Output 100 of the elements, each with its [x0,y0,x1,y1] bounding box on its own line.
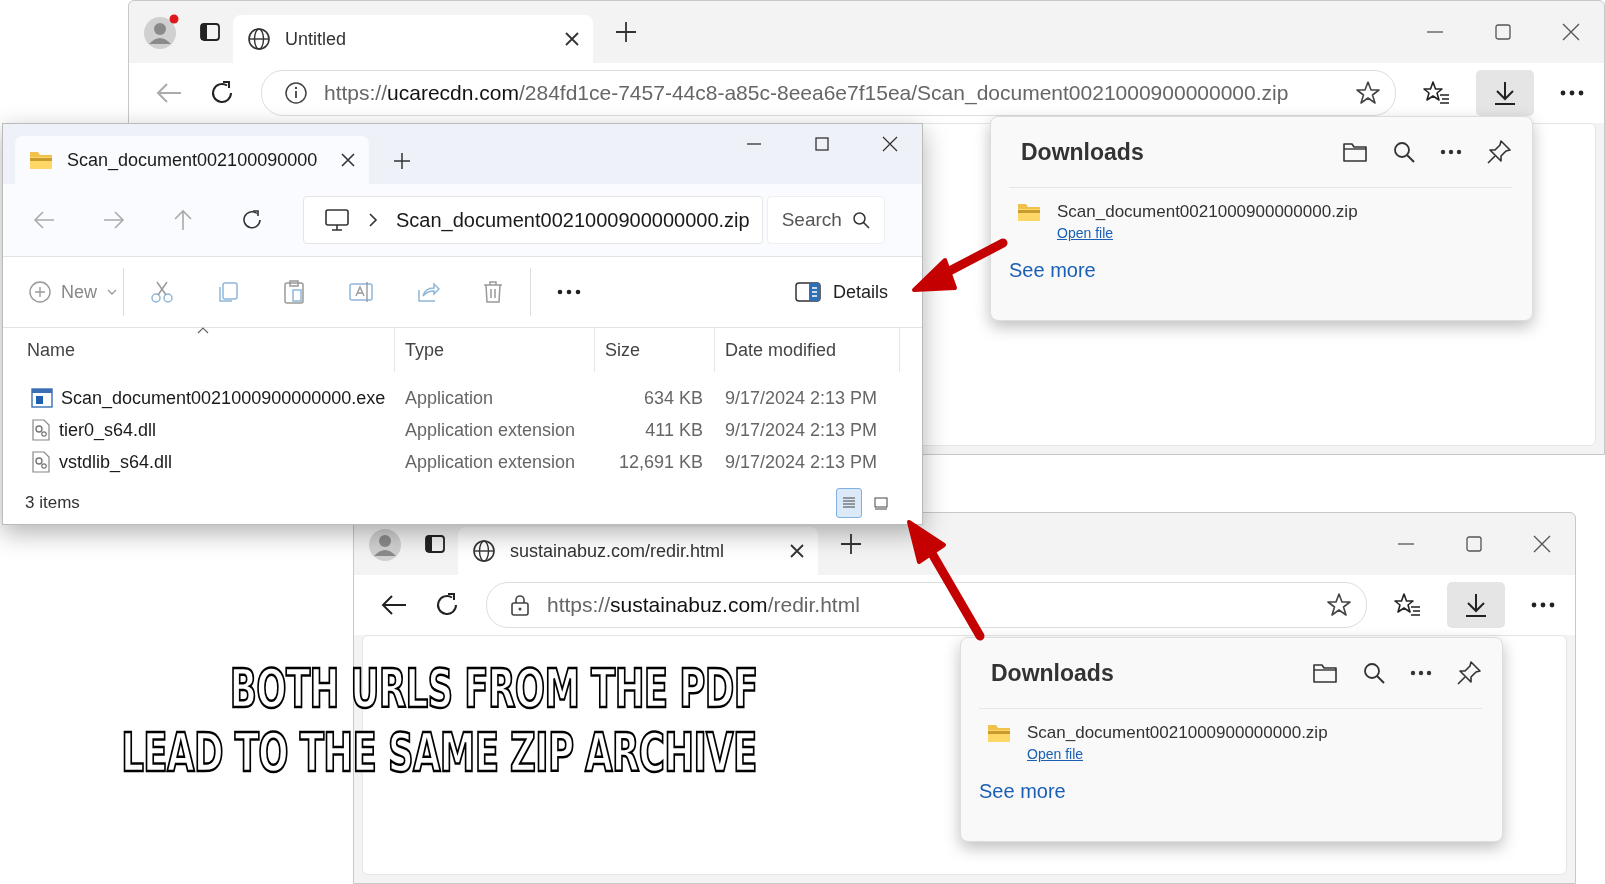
gear-file-icon [31,419,51,441]
zip-folder-icon [987,723,1011,743]
profile-icon[interactable] [143,14,179,50]
paste-icon[interactable] [282,279,306,305]
download-icon [1464,592,1488,618]
lock-icon[interactable] [509,593,531,617]
close-icon[interactable] [790,544,804,558]
search-icon[interactable] [1392,140,1416,164]
pin-icon[interactable] [1456,660,1482,686]
reload-icon[interactable] [434,592,460,618]
new-tab-icon[interactable] [615,21,637,43]
folder-icon [29,150,53,170]
column-header[interactable]: Type [395,328,595,372]
globe-icon [472,539,496,563]
size-cell-text: 411 KB [644,419,704,441]
favorites-icon[interactable] [1422,80,1450,106]
type-cell-text: Application extension [404,419,577,441]
date-cell-text: 9/17/2024 2:13 PM [724,387,879,409]
pin-icon[interactable] [1486,139,1512,165]
date-cell-text: 9/17/2024 2:13 PM [724,419,879,441]
profile-icon[interactable] [368,526,404,562]
panel-title: Downloads [1021,138,1144,166]
refresh-icon[interactable] [241,209,263,231]
size-cell-text: 634 KB [642,387,704,409]
url-text: https://sustainabuz.com/redir.html [547,593,860,617]
see-more-link[interactable]: See more [1009,259,1096,282]
download-icon [1493,80,1517,106]
tab-title: sustainabuz.com/redir.html [510,540,726,562]
cut-icon[interactable] [150,280,174,304]
open-file-link[interactable]: Open file [1027,746,1084,762]
type-cell-text: Application extension [404,451,577,473]
delete-icon[interactable] [482,280,504,304]
address-bar[interactable]: Scan_document0021000900000000.zip [303,196,763,244]
maximize-icon[interactable] [1465,535,1483,553]
file-name-cell[interactable]: Scan_document0021000900000000.exe [3,387,395,409]
close-icon[interactable] [882,136,898,152]
sort-caret-icon [197,327,209,334]
globe-icon [247,27,271,51]
open-file-link[interactable]: Open file [1057,225,1114,241]
rename-icon[interactable] [348,280,374,304]
new-tab-icon[interactable] [393,152,411,170]
browser-tab[interactable]: sustainabuz.com/redir.html [458,527,818,575]
explorer-tab[interactable]: Scan_document002100090000 [15,136,369,184]
folder-icon[interactable] [1312,662,1338,684]
more-icon[interactable] [1440,149,1462,155]
file-name: Scan_document0021000900000000.zip [1057,202,1358,222]
folder-icon[interactable] [1342,141,1368,163]
search-icon[interactable] [1362,661,1386,685]
browser-tab[interactable]: Untitled [233,15,593,63]
info-icon[interactable] [284,81,308,105]
type-cell-text: Application [404,387,495,409]
star-icon[interactable] [1355,80,1381,106]
column-header[interactable]: Size [595,328,715,372]
details-button[interactable]: Details [790,277,892,307]
path-text: Scan_document0021000900000000.zip [396,208,750,232]
back-icon[interactable] [380,593,408,617]
maximize-icon[interactable] [1494,23,1512,41]
panel-title: Downloads [991,659,1114,687]
caption-text: BOTH URLS FROM THE PDF [229,660,757,718]
search-icon [851,211,870,229]
file-name: Scan_document0021000900000000.zip [1027,723,1328,743]
list-view-icon [842,495,856,511]
tab-title: Scan_document002100090000 [67,149,319,171]
close-icon[interactable] [1533,535,1551,553]
favorites-icon[interactable] [1393,592,1421,618]
size-cell-text: 12,691 KB [617,451,704,473]
computer-icon [324,208,350,232]
more-icon[interactable] [557,289,581,295]
star-icon[interactable] [1326,592,1352,618]
tiles-view-icon [874,496,888,510]
address-bar[interactable]: https://ucarecdn.com/284fd1ce-7457-44c8-a85c-8eea6e7f15ea/Scan_document0021000900000000.zip [261,70,1396,116]
chevron-icon [368,213,378,227]
more-icon[interactable] [1560,90,1584,96]
reload-icon[interactable] [209,80,235,106]
url-text: https://ucarecdn.com/284fd1ce-7457-44c8-a85c-8eea6e7f15ea/Scan_document0021000900000000.zip [324,81,1289,105]
column-header[interactable]: Name [3,328,395,372]
chevron-down-icon [107,288,117,296]
see-more-link[interactable]: See more [979,780,1066,803]
column-header[interactable]: Date modified [715,328,900,372]
close-icon[interactable] [565,32,579,46]
new-tab-icon[interactable] [840,533,862,555]
gear-file-icon [31,451,51,473]
status-text: 3 items [25,493,80,513]
address-bar[interactable]: https://sustainabuz.com/redir.html [486,582,1367,628]
close-icon[interactable] [1562,23,1580,41]
more-icon[interactable] [1410,670,1432,676]
downloads-button[interactable] [1476,70,1534,116]
new-button[interactable]: New [29,281,117,303]
tab-actions-icon[interactable] [199,21,221,43]
search-field[interactable]: Search [766,196,885,244]
tab-actions-icon[interactable] [424,533,446,555]
maximize-icon[interactable] [814,136,830,152]
plus-icon [29,281,51,303]
file-name-cell[interactable]: tier0_s64.dll [3,419,395,441]
caption-text: LEAD TO THE SAME ZIP ARCHIVE [121,724,757,782]
downloads-button[interactable] [1447,582,1505,628]
tab-title: Untitled [285,28,348,50]
more-icon[interactable] [1531,602,1555,608]
close-icon[interactable] [341,153,355,167]
file-name-cell[interactable]: vstdlib_s64.dll [3,451,395,473]
